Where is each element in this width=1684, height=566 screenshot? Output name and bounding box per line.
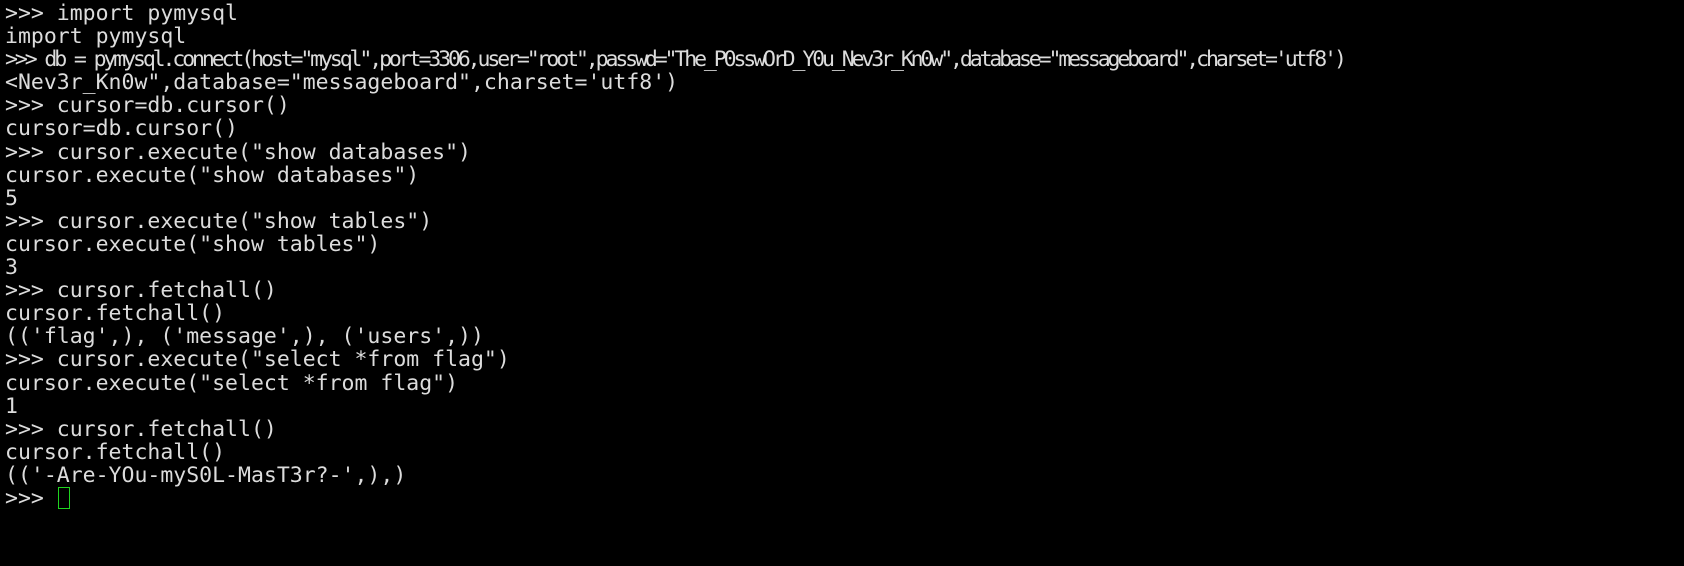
terminal-line: >>> db = pymysql.connect(host="mysql",po… [5, 47, 1347, 73]
terminal-line: cursor.fetchall() [5, 301, 226, 327]
terminal-line: (('-Are-YOu-myS0L-MasT3r?-',),) [5, 462, 407, 488]
terminal-line: 3 [5, 255, 18, 281]
terminal-line: 1 [5, 393, 18, 419]
terminal-line: >>> cursor.execute("show tables") [5, 208, 433, 234]
terminal-line: >>> import pymysql [5, 1, 238, 26]
prompt-line[interactable]: >>> [5, 487, 1684, 510]
text-cursor [57, 486, 70, 509]
terminal-line: >>> cursor.execute("show databases") [5, 139, 471, 165]
terminal-line: cursor.execute("select *from flag") [5, 370, 459, 396]
prompt: >>> [5, 485, 57, 511]
terminal-line: import pymysql [5, 24, 187, 50]
terminal-line: >>> cursor.fetchall() [5, 416, 277, 442]
terminal-line: cursor.execute("show tables") [5, 231, 381, 257]
terminal[interactable]: >>> import pymysql import pymysql >>> db… [0, 0, 1684, 510]
terminal-line: (('flag',), ('message',), ('users',)) [5, 324, 484, 350]
terminal-line: cursor.fetchall() [5, 439, 226, 465]
terminal-line: <Nev3r_Kn0w",database="messageboard",cha… [5, 70, 679, 96]
terminal-line: >>> cursor=db.cursor() [5, 93, 290, 119]
terminal-line: cursor.execute("show databases") [5, 162, 420, 188]
terminal-line: >>> cursor.fetchall() [5, 278, 277, 304]
terminal-line: 5 [5, 185, 18, 211]
terminal-line: cursor=db.cursor() [5, 116, 238, 142]
terminal-line: >>> cursor.execute("select *from flag") [5, 347, 510, 373]
